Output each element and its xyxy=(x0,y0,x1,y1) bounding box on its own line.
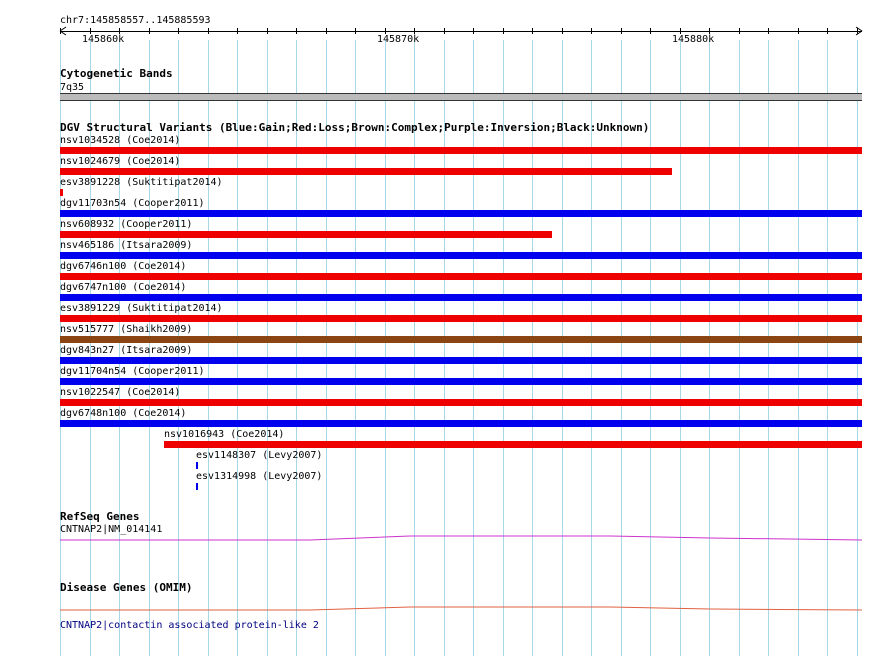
ruler-tick-label: 145860k xyxy=(82,34,125,45)
refseq-track-title[interactable]: RefSeq Genes xyxy=(60,511,139,522)
ruler-tick-label: 145880k xyxy=(672,34,715,45)
variant-gain-bar[interactable] xyxy=(60,420,862,427)
variant-label: esv3891228 (Suktitipat2014) xyxy=(60,177,223,188)
variant-label: dgv11703n54 (Cooper2011) xyxy=(60,198,205,209)
variant-label: dgv843n27 (Itsara2009) xyxy=(60,345,193,356)
variant-loss-bar[interactable] xyxy=(60,168,672,175)
variant-gain-bar[interactable] xyxy=(196,462,198,469)
variant-gain-bar[interactable] xyxy=(60,294,862,301)
variant-gain-bar[interactable] xyxy=(60,357,862,364)
variant-gain-bar[interactable] xyxy=(60,378,862,385)
variant-label: nsv1034528 (Coe2014) xyxy=(60,135,181,146)
variant-loss-bar[interactable] xyxy=(60,399,862,406)
variant-loss-bar[interactable] xyxy=(60,315,862,322)
omim-gene-model[interactable] xyxy=(0,600,890,616)
variant-loss-bar[interactable] xyxy=(60,147,862,154)
variant-loss-bar[interactable] xyxy=(60,231,552,238)
omim-gene-label[interactable]: CNTNAP2|contactin associated protein-lik… xyxy=(60,620,319,631)
variant-label: dgv6747n100 (Coe2014) xyxy=(60,282,187,293)
variant-loss-bar[interactable] xyxy=(164,441,862,448)
variant-label: nsv1022547 (Coe2014) xyxy=(60,387,181,398)
variant-complex-bar[interactable] xyxy=(60,336,862,343)
variant-loss-bar[interactable] xyxy=(60,189,63,196)
variant-gain-bar[interactable] xyxy=(60,252,862,259)
cyto-band-bar[interactable] xyxy=(60,93,862,101)
variant-label: nsv1024679 (Coe2014) xyxy=(60,156,181,167)
cyto-track-title[interactable]: Cytogenetic Bands xyxy=(60,68,173,79)
variant-label: esv1148307 (Levy2007) xyxy=(196,450,323,461)
refseq-gene-model[interactable] xyxy=(0,530,890,546)
variant-label: dgv6748n100 (Coe2014) xyxy=(60,408,187,419)
variant-label: nsv1016943 (Coe2014) xyxy=(164,429,285,440)
variant-label: esv3891229 (Suktitipat2014) xyxy=(60,303,223,314)
cyto-band-label: 7q35 xyxy=(60,82,85,93)
variant-label: dgv11704n54 (Cooper2011) xyxy=(60,366,205,377)
variant-label: nsv465186 (Itsara2009) xyxy=(60,240,193,251)
ruler-arrows xyxy=(59,26,863,36)
variant-label: nsv608932 (Cooper2011) xyxy=(60,219,193,230)
omim-track-title[interactable]: Disease Genes (OMIM) xyxy=(60,582,192,593)
variant-gain-bar[interactable] xyxy=(196,483,198,490)
variant-label: dgv6746n100 (Coe2014) xyxy=(60,261,187,272)
variant-loss-bar[interactable] xyxy=(60,273,862,280)
ruler-tick-label: 145870k xyxy=(377,34,420,45)
variant-label: esv1314998 (Levy2007) xyxy=(196,471,323,482)
variant-label: nsv515777 (Shaikh2009) xyxy=(60,324,193,335)
dgv-track-title[interactable]: DGV Structural Variants (Blue:Gain;Red:L… xyxy=(60,122,649,133)
variant-gain-bar[interactable] xyxy=(60,210,862,217)
